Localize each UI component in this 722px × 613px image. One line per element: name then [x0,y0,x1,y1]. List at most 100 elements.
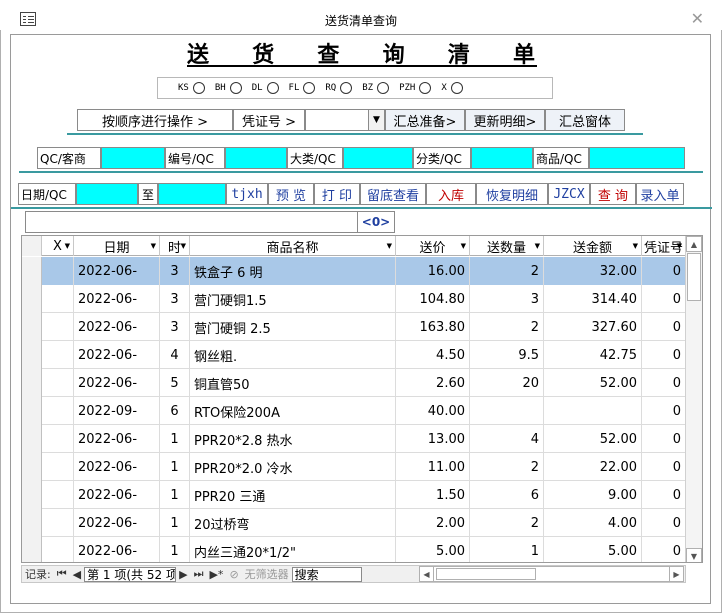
radio-option-dl[interactable]: DL [252,82,279,94]
first-record-icon[interactable]: ⏮ [54,567,70,581]
cell-qty[interactable]: 6 [470,481,544,509]
next-record-icon[interactable]: ▶ [176,568,190,581]
radio-button[interactable] [266,82,279,94]
cell-product[interactable]: 钢丝粗. [190,341,396,369]
cell-qty[interactable]: 1 [470,537,544,562]
cell-time[interactable]: 6 [160,397,190,425]
summary-window-button[interactable]: 汇总窗体 [545,109,625,131]
cell-voucher[interactable]: 0 [642,425,686,453]
row-selector[interactable] [22,509,42,537]
scroll-thumb[interactable] [436,568,536,580]
cell-amount[interactable]: 32.00 [544,257,642,285]
row-selector[interactable] [22,397,42,425]
voucher-label-button[interactable]: 凭证号 > [233,109,305,131]
row-selector[interactable] [22,537,42,562]
scroll-left-icon[interactable]: ◀ [420,567,434,581]
cell-time[interactable]: 1 [160,425,190,453]
cell-voucher[interactable]: 0 [642,397,686,425]
print-button[interactable]: 打 印 [314,183,360,205]
cell-qty[interactable]: 2 [470,509,544,537]
cell-product[interactable]: 铜直管50 [190,369,396,397]
column-header-voucher[interactable]: 凭证号 ▼ [642,236,686,256]
record-position-field[interactable]: 第 1 项(共 52 项 [84,566,177,582]
cell-time[interactable]: 1 [160,481,190,509]
table-row[interactable]: 2022-06- 3 营门硬铜 2.5 163.80 2 327.60 0 [22,313,686,341]
last-record-icon[interactable]: ⏭ [191,567,207,581]
cell-product[interactable]: 铁盒子 6 明 [190,257,396,285]
radio-option-bh[interactable]: BH [215,82,242,94]
row-selector[interactable] [22,341,42,369]
product-filter-input[interactable] [589,147,685,169]
cell-qty[interactable]: 9.5 [470,341,544,369]
cell-time[interactable]: 1 [160,453,190,481]
cell-x[interactable] [42,369,74,397]
cell-amount[interactable]: 9.00 [544,481,642,509]
row-selector[interactable] [22,369,42,397]
radio-button[interactable] [419,82,432,94]
cell-qty[interactable]: 3 [470,285,544,313]
cell-price[interactable]: 2.00 [396,509,470,537]
radio-option-bz[interactable]: BZ [362,82,390,94]
cell-price[interactable]: 16.00 [396,257,470,285]
row-selector[interactable] [22,453,42,481]
table-row[interactable]: 2022-06- 4 钢丝粗. 4.50 9.5 42.75 0 [22,341,686,369]
cell-amount[interactable]: 42.75 [544,341,642,369]
search-input[interactable]: 搜索 [291,566,362,582]
table-row[interactable]: 2022-06- 1 PPR20*2.0 冷水 11.00 2 22.00 0 [22,453,686,481]
cell-product[interactable]: PPR20 三通 [190,481,396,509]
chevron-down-icon[interactable]: ▼ [368,110,384,130]
cell-time[interactable]: 1 [160,537,190,562]
radio-option-fl[interactable]: FL [289,82,316,94]
cell-price[interactable]: 163.80 [396,313,470,341]
cell-voucher[interactable]: 0 [642,453,686,481]
sequence-operation-button[interactable]: 按顺序进行操作 > [77,109,233,131]
prev-record-icon[interactable]: ◀ [70,568,84,581]
cell-voucher[interactable]: 0 [642,257,686,285]
cell-x[interactable] [42,453,74,481]
cell-qty[interactable] [470,397,544,425]
cell-qty[interactable]: 2 [470,313,544,341]
cell-voucher[interactable]: 0 [642,313,686,341]
stock-in-button[interactable]: 入库 [426,183,476,205]
tjxh-button[interactable]: tjxh [226,183,268,205]
close-icon[interactable]: ✕ [691,9,704,28]
cell-amount[interactable]: 52.00 [544,425,642,453]
cell-x[interactable] [42,257,74,285]
cell-amount[interactable]: 22.00 [544,453,642,481]
cell-product[interactable]: 20过桥弯 [190,509,396,537]
scroll-right-icon[interactable]: ▶ [669,567,683,581]
cell-date[interactable]: 2022-06- [74,313,160,341]
cell-product[interactable]: 内丝三通20*1/2" [190,537,396,562]
cell-date[interactable]: 2022-06- [74,509,160,537]
cell-voucher[interactable]: 0 [642,369,686,397]
column-header-time[interactable]: 时 ▼ [160,236,190,256]
row-selector[interactable] [22,285,42,313]
voucher-combo-value[interactable] [306,110,368,130]
radio-button[interactable] [303,82,316,94]
cell-x[interactable] [42,425,74,453]
preview-button[interactable]: 预 览 [268,183,314,205]
cell-price[interactable]: 2.60 [396,369,470,397]
vertical-scrollbar[interactable]: ▲ ▼ [685,236,702,562]
cell-qty[interactable]: 2 [470,453,544,481]
scroll-up-icon[interactable]: ▲ [686,236,702,252]
table-row[interactable]: 2022-06- 3 营门硬铜1.5 104.80 3 314.40 0 [22,285,686,313]
cell-price[interactable]: 104.80 [396,285,470,313]
radio-button[interactable] [192,82,205,94]
cell-x[interactable] [42,537,74,562]
cell-x[interactable] [42,397,74,425]
cell-x[interactable] [42,481,74,509]
column-header-x[interactable]: X ▼ [42,236,74,256]
radio-button[interactable] [229,82,242,94]
radio-option-x[interactable]: X [441,82,463,94]
radio-button[interactable] [340,82,353,94]
cell-amount[interactable]: 4.00 [544,509,642,537]
cell-time[interactable]: 4 [160,341,190,369]
cell-x[interactable] [42,341,74,369]
cell-date[interactable]: 2022-06- [74,453,160,481]
cell-date[interactable]: 2022-06- [74,481,160,509]
cell-amount[interactable]: 52.00 [544,369,642,397]
cell-amount[interactable]: 314.40 [544,285,642,313]
cell-voucher[interactable]: 0 [642,341,686,369]
date-to-input[interactable] [158,183,226,205]
